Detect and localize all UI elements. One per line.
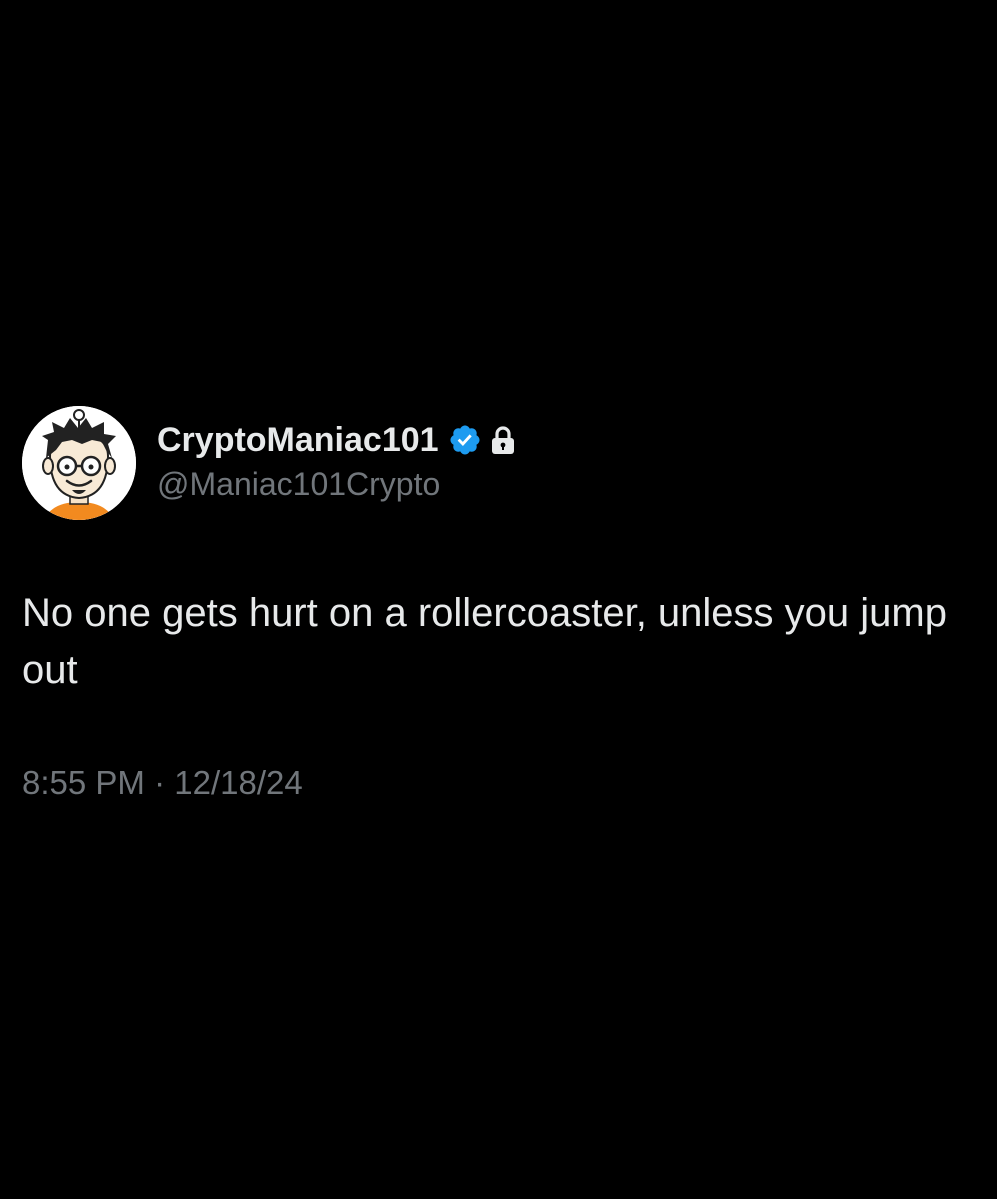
lock-icon <box>490 425 516 455</box>
tweet-time[interactable]: 8:55 PM <box>22 764 145 801</box>
tweet-text: No one gets hurt on a rollercoaster, unl… <box>22 591 947 692</box>
tweet-timestamp: 8:55 PM · 12/18/24 <box>22 764 303 802</box>
tweet-date[interactable]: 12/18/24 <box>174 764 302 801</box>
verified-badge-icon <box>448 423 482 457</box>
author-handle[interactable]: @Maniac101Crypto <box>157 466 440 503</box>
avatar[interactable] <box>22 406 136 520</box>
author-name-row: CryptoManiac101 <box>157 418 516 462</box>
timestamp-separator: · <box>144 764 175 801</box>
avatar-illustration <box>22 406 136 520</box>
display-name[interactable]: CryptoManiac101 <box>157 421 439 460</box>
tweet-card: CryptoManiac101 @Maniac101Crypto No one … <box>0 0 997 1199</box>
